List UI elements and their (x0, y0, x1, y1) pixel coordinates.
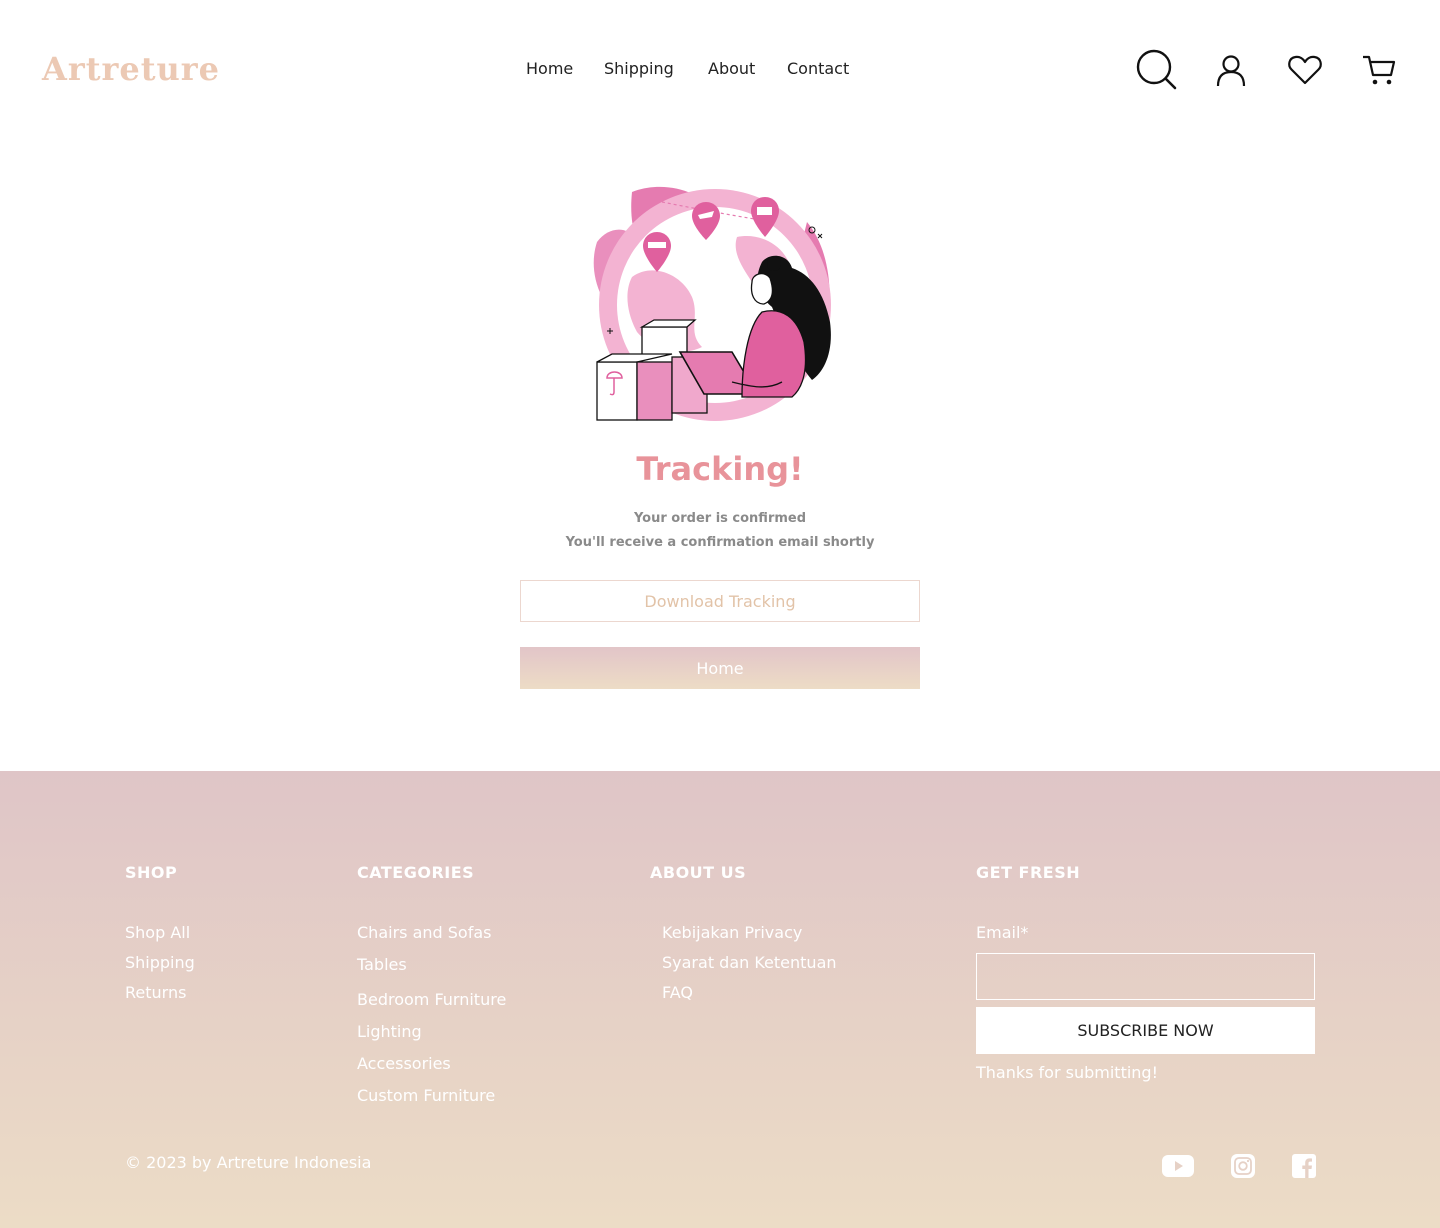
page: Artreture Home Shipping About Contact Tr… (0, 0, 1440, 1228)
heart-icon[interactable] (1283, 48, 1327, 92)
site-footer: SHOP Shop All Shipping Returns CATEGORIE… (0, 771, 1440, 1228)
footer-categories-heading: CATEGORIES (357, 863, 475, 882)
footer-link-shipping[interactable]: Shipping (125, 953, 195, 972)
delivery-tracking-illustration (592, 182, 838, 428)
home-button[interactable]: Home (520, 647, 920, 689)
footer-link-custom-furniture[interactable]: Custom Furniture (357, 1086, 495, 1105)
footer-link-terms[interactable]: Syarat dan Ketentuan (662, 953, 837, 972)
footer-shop-heading: SHOP (125, 863, 178, 882)
user-icon[interactable] (1209, 48, 1253, 92)
nav-shipping[interactable]: Shipping (604, 59, 674, 78)
search-icon[interactable] (1135, 48, 1179, 92)
cart-icon[interactable] (1357, 48, 1401, 92)
footer-link-tables[interactable]: Tables (357, 955, 407, 974)
footer-about-heading: ABOUT US (650, 863, 747, 882)
download-tracking-button[interactable]: Download Tracking (520, 580, 920, 622)
brand-logo[interactable]: Artreture (42, 50, 220, 88)
facebook-icon[interactable] (1288, 1151, 1320, 1181)
subscribe-button[interactable]: SUBSCRIBE NOW (976, 1007, 1315, 1054)
order-confirmed-text: Your order is confirmed (633, 511, 807, 526)
footer-link-shop-all[interactable]: Shop All (125, 923, 190, 942)
youtube-icon[interactable] (1162, 1151, 1194, 1181)
nav-contact[interactable]: Contact (787, 59, 849, 78)
footer-link-faq[interactable]: FAQ (662, 983, 693, 1002)
footer-link-privacy[interactable]: Kebijakan Privacy (662, 923, 802, 942)
footer-link-lighting[interactable]: Lighting (357, 1022, 422, 1041)
page-title: Tracking! (636, 450, 804, 488)
nav-home[interactable]: Home (526, 59, 573, 78)
email-label: Email* (976, 923, 1029, 942)
instagram-icon[interactable] (1227, 1151, 1259, 1181)
copyright-text: © 2023 by Artreture Indonesia (125, 1153, 372, 1172)
email-field[interactable] (976, 953, 1315, 1000)
confirmation-email-text: You'll receive a confirmation email shor… (565, 535, 875, 550)
footer-link-chairs-sofas[interactable]: Chairs and Sofas (357, 923, 491, 942)
footer-link-accessories[interactable]: Accessories (357, 1054, 451, 1073)
nav-about[interactable]: About (708, 59, 755, 78)
footer-newsletter-heading: GET FRESH (976, 863, 1081, 882)
thanks-message: Thanks for submitting! (976, 1063, 1158, 1082)
footer-link-returns[interactable]: Returns (125, 983, 186, 1002)
footer-link-bedroom-furniture[interactable]: Bedroom Furniture (357, 990, 506, 1009)
